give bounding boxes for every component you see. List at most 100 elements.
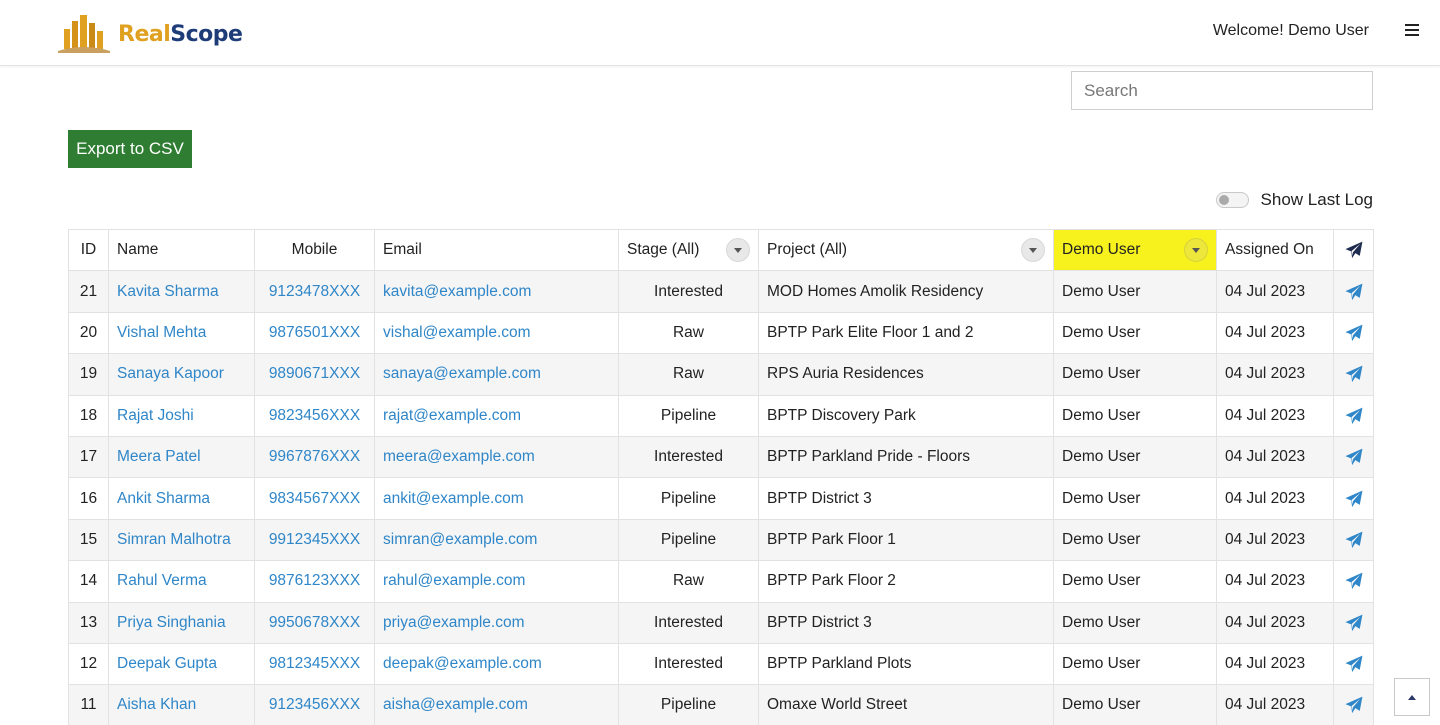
- lead-mobile-link[interactable]: 9123456XXX: [269, 696, 360, 713]
- lead-mobile-link[interactable]: 9876501XXX: [269, 324, 360, 341]
- header-id[interactable]: ID: [68, 228, 109, 272]
- send-icon[interactable]: [1344, 365, 1363, 383]
- send-icon[interactable]: [1344, 448, 1363, 466]
- cell-assigned-on: 04 Jul 2023: [1216, 560, 1334, 603]
- cell-user: Demo User: [1053, 642, 1217, 686]
- lead-mobile-link[interactable]: 9812345XXX: [269, 655, 360, 672]
- search-input[interactable]: [1071, 71, 1373, 110]
- lead-email-link[interactable]: rahul@example.com: [383, 572, 525, 589]
- send-icon[interactable]: [1344, 531, 1363, 549]
- lead-name-link[interactable]: Ankit Sharma: [117, 490, 210, 507]
- header-user: Demo User: [1053, 228, 1217, 272]
- cell-project: BPTP Parkland Plots: [758, 642, 1054, 686]
- table-row: 16 Ankit Sharma 9834567XXX ankit@example.co…: [68, 477, 1374, 520]
- send-icon[interactable]: [1344, 696, 1363, 714]
- cell-email: rajat@example.com: [374, 394, 619, 437]
- cell-id: 12: [68, 642, 109, 686]
- stage-filter-dropdown-icon[interactable]: [726, 238, 750, 263]
- cell-mobile: 9967876XXX: [254, 435, 375, 479]
- header-email[interactable]: Email: [374, 228, 619, 272]
- send-icon[interactable]: [1344, 655, 1363, 673]
- lead-email-link[interactable]: deepak@example.com: [383, 655, 542, 672]
- cell-user: Demo User: [1053, 601, 1217, 644]
- lead-mobile-link[interactable]: 9912345XXX: [269, 531, 360, 548]
- lead-email-link[interactable]: vishal@example.com: [383, 324, 531, 341]
- cell-name: Rahul Verma: [108, 560, 255, 603]
- lead-mobile-link[interactable]: 9967876XXX: [269, 448, 360, 465]
- lead-mobile-link[interactable]: 9834567XXX: [269, 490, 360, 507]
- lead-mobile-link[interactable]: 9950678XXX: [269, 614, 360, 631]
- send-icon[interactable]: [1344, 572, 1363, 590]
- lead-email-link[interactable]: priya@example.com: [383, 614, 525, 631]
- cell-email: sanaya@example.com: [374, 353, 619, 396]
- cell-id: 19: [68, 353, 109, 396]
- lead-mobile-link[interactable]: 9823456XXX: [269, 407, 360, 424]
- lead-email-link[interactable]: meera@example.com: [383, 448, 535, 465]
- lead-email-link[interactable]: simran@example.com: [383, 531, 537, 548]
- cell-user: Demo User: [1053, 684, 1217, 725]
- cell-name: Meera Patel: [108, 435, 255, 479]
- cell-name: Aisha Khan: [108, 684, 255, 725]
- lead-name-link[interactable]: Rajat Joshi: [117, 407, 194, 424]
- header-name[interactable]: Name: [108, 228, 255, 272]
- user-filter-dropdown-icon[interactable]: [1184, 238, 1208, 263]
- lead-name-link[interactable]: Sanaya Kapoor: [117, 365, 224, 382]
- cell-user: Demo User: [1053, 435, 1217, 479]
- brand-logo[interactable]: RealScope: [58, 13, 243, 53]
- table-row: 12 Deepak Gupta 9812345XXX deepak@example.c…: [68, 642, 1374, 686]
- cell-action: [1333, 684, 1374, 725]
- show-last-log-toggle[interactable]: [1215, 192, 1249, 208]
- lead-name-link[interactable]: Vishal Mehta: [117, 324, 206, 341]
- cell-mobile: 9912345XXX: [254, 518, 375, 562]
- cell-mobile: 9876501XXX: [254, 311, 375, 355]
- header-mobile[interactable]: Mobile: [254, 228, 375, 272]
- send-icon[interactable]: [1344, 241, 1363, 259]
- lead-name-link[interactable]: Rahul Verma: [117, 572, 207, 589]
- lead-mobile-link[interactable]: 9890671XXX: [269, 365, 360, 382]
- lead-email-link[interactable]: ankit@example.com: [383, 490, 524, 507]
- send-icon[interactable]: [1344, 407, 1363, 425]
- send-icon[interactable]: [1344, 490, 1363, 508]
- lead-name-link[interactable]: Deepak Gupta: [117, 655, 217, 672]
- cell-action: [1333, 270, 1374, 313]
- send-icon[interactable]: [1344, 283, 1363, 301]
- header-action: [1333, 228, 1374, 272]
- cell-email: kavita@example.com: [374, 270, 619, 313]
- lead-name-link[interactable]: Meera Patel: [117, 448, 201, 465]
- cell-action: [1333, 311, 1374, 355]
- table-row: 21 Kavita Sharma 9123478XXX kavita@example.…: [68, 270, 1374, 313]
- welcome-text: Welcome! Demo User: [1212, 22, 1369, 39]
- send-icon[interactable]: [1344, 324, 1363, 342]
- cell-mobile: 9123456XXX: [254, 684, 375, 725]
- lead-mobile-link[interactable]: 9876123XXX: [269, 572, 360, 589]
- cell-mobile: 9823456XXX: [254, 394, 375, 437]
- header-assigned-on[interactable]: Assigned On: [1216, 228, 1334, 272]
- lead-email-link[interactable]: kavita@example.com: [383, 283, 531, 300]
- hamburger-icon[interactable]: [1405, 21, 1421, 41]
- export-csv-button[interactable]: Export to CSV: [68, 130, 192, 168]
- cell-user: Demo User: [1053, 353, 1217, 396]
- cell-project: BPTP Park Elite Floor 1 and 2: [758, 311, 1054, 355]
- send-icon[interactable]: [1344, 614, 1363, 632]
- lead-email-link[interactable]: rajat@example.com: [383, 407, 521, 424]
- lead-name-link[interactable]: Simran Malhotra: [117, 531, 231, 548]
- project-filter-dropdown-icon[interactable]: [1021, 238, 1045, 263]
- cell-project: Omaxe World Street: [758, 684, 1054, 725]
- lead-name-link[interactable]: Aisha Khan: [117, 696, 196, 713]
- lead-name-link[interactable]: Kavita Sharma: [117, 283, 219, 300]
- lead-name-link[interactable]: Priya Singhania: [117, 614, 226, 631]
- header-stage: Stage (All): [618, 228, 759, 272]
- show-last-log-label: Show Last Log: [1260, 190, 1373, 209]
- lead-email-link[interactable]: aisha@example.com: [383, 696, 528, 713]
- cell-stage: Interested: [618, 601, 759, 644]
- lead-email-link[interactable]: sanaya@example.com: [383, 365, 541, 382]
- cell-id: 20: [68, 311, 109, 355]
- cell-id: 17: [68, 435, 109, 479]
- lead-mobile-link[interactable]: 9123478XXX: [269, 283, 360, 300]
- cell-name: Deepak Gupta: [108, 642, 255, 686]
- cell-mobile: 9834567XXX: [254, 477, 375, 520]
- scroll-to-top-button[interactable]: [1394, 678, 1430, 716]
- cell-id: 15: [68, 518, 109, 562]
- cell-action: [1333, 518, 1374, 562]
- cell-user: Demo User: [1053, 270, 1217, 313]
